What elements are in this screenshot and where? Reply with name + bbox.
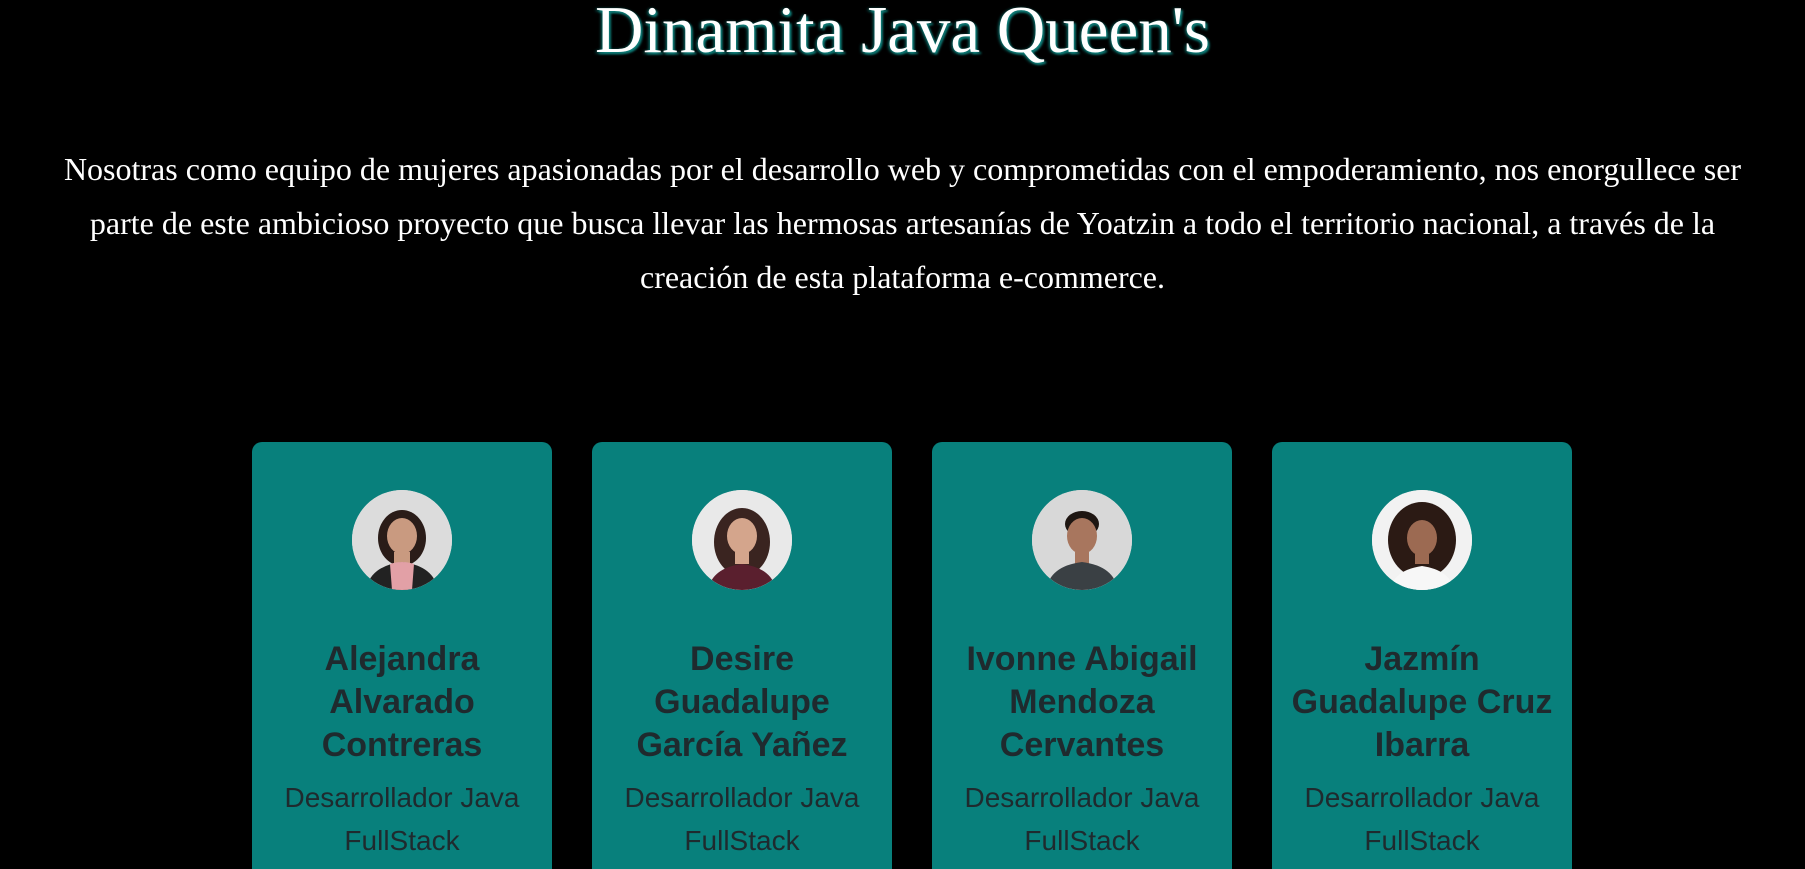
member-name: Desire Guadalupe García Yañez: [636, 640, 848, 764]
team-card: Ivonne Abigail Mendoza Cervantes Desarro…: [932, 442, 1232, 869]
team-card: Desire Guadalupe García Yañez Desarrolla…: [592, 442, 892, 869]
member-role: Desarrollador Java FullStack: [964, 782, 1200, 856]
team-card: Alejandra Alvarado Contreras Desarrollad…: [252, 442, 552, 869]
member-role: Desarrollador Java FullStack: [624, 782, 860, 856]
profile-photo-icon: [352, 490, 452, 590]
member-avatar: [352, 490, 452, 590]
profile-photo-icon: [1032, 490, 1132, 590]
member-avatar: [1372, 490, 1472, 590]
member-role: Desarrollador Java FullStack: [284, 782, 520, 856]
member-role: Desarrollador Java FullStack: [1304, 782, 1540, 856]
member-avatar: [1032, 490, 1132, 590]
profile-photo-icon: [1372, 490, 1472, 590]
member-avatar: [692, 490, 792, 590]
member-name: Ivonne Abigail Mendoza Cervantes: [966, 640, 1198, 764]
member-name: Alejandra Alvarado Contreras: [321, 640, 483, 764]
profile-photo-icon: [692, 490, 792, 590]
team-card: Jazmín Guadalupe Cruz Ibarra Desarrollad…: [1272, 442, 1572, 869]
team-intro-text: Nosotras como equipo de mujeres apasiona…: [63, 151, 1742, 295]
page-title: Dinamita Java Queen's: [595, 0, 1210, 67]
member-name: Jazmín Guadalupe Cruz Ibarra: [1291, 640, 1553, 764]
team-cards: Alejandra Alvarado Contreras Desarrollad…: [252, 442, 1572, 869]
